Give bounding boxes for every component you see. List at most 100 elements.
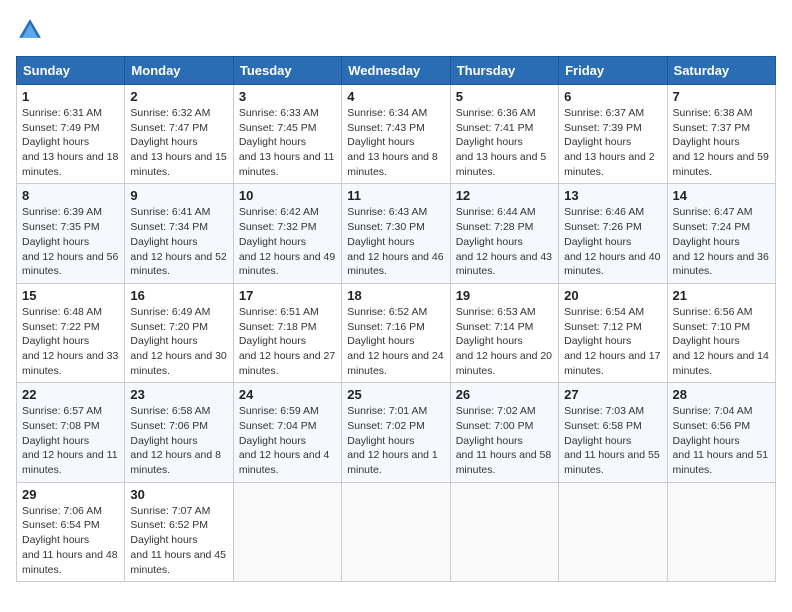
calendar-cell xyxy=(233,482,341,581)
day-detail: Sunrise: 6:36 AM Sunset: 7:41 PM Dayligh… xyxy=(456,106,553,179)
day-number: 1 xyxy=(22,89,119,104)
day-detail: Sunrise: 6:33 AM Sunset: 7:45 PM Dayligh… xyxy=(239,106,336,179)
day-detail: Sunrise: 6:51 AM Sunset: 7:18 PM Dayligh… xyxy=(239,305,336,378)
day-detail: Sunrise: 6:31 AM Sunset: 7:49 PM Dayligh… xyxy=(22,106,119,179)
calendar-cell xyxy=(667,482,775,581)
day-detail: Sunrise: 6:58 AM Sunset: 7:06 PM Dayligh… xyxy=(130,404,227,477)
calendar-cell: 6 Sunrise: 6:37 AM Sunset: 7:39 PM Dayli… xyxy=(559,85,667,184)
day-detail: Sunrise: 6:53 AM Sunset: 7:14 PM Dayligh… xyxy=(456,305,553,378)
day-number: 12 xyxy=(456,188,553,203)
day-number: 5 xyxy=(456,89,553,104)
weekday-header-saturday: Saturday xyxy=(667,57,775,85)
day-number: 23 xyxy=(130,387,227,402)
calendar-cell: 5 Sunrise: 6:36 AM Sunset: 7:41 PM Dayli… xyxy=(450,85,558,184)
calendar-cell: 19 Sunrise: 6:53 AM Sunset: 7:14 PM Dayl… xyxy=(450,283,558,382)
weekday-header-monday: Monday xyxy=(125,57,233,85)
day-number: 19 xyxy=(456,288,553,303)
day-number: 9 xyxy=(130,188,227,203)
day-number: 29 xyxy=(22,487,119,502)
day-detail: Sunrise: 7:06 AM Sunset: 6:54 PM Dayligh… xyxy=(22,504,119,577)
day-number: 16 xyxy=(130,288,227,303)
day-number: 10 xyxy=(239,188,336,203)
day-detail: Sunrise: 6:57 AM Sunset: 7:08 PM Dayligh… xyxy=(22,404,119,477)
day-number: 22 xyxy=(22,387,119,402)
logo xyxy=(16,16,48,44)
day-number: 30 xyxy=(130,487,227,502)
calendar-cell: 8 Sunrise: 6:39 AM Sunset: 7:35 PM Dayli… xyxy=(17,184,125,283)
calendar-cell: 3 Sunrise: 6:33 AM Sunset: 7:45 PM Dayli… xyxy=(233,85,341,184)
calendar-cell: 18 Sunrise: 6:52 AM Sunset: 7:16 PM Dayl… xyxy=(342,283,450,382)
calendar-week-1: 1 Sunrise: 6:31 AM Sunset: 7:49 PM Dayli… xyxy=(17,85,776,184)
day-number: 6 xyxy=(564,89,661,104)
day-number: 25 xyxy=(347,387,444,402)
calendar-cell: 29 Sunrise: 7:06 AM Sunset: 6:54 PM Dayl… xyxy=(17,482,125,581)
day-number: 24 xyxy=(239,387,336,402)
day-number: 4 xyxy=(347,89,444,104)
calendar-cell: 30 Sunrise: 7:07 AM Sunset: 6:52 PM Dayl… xyxy=(125,482,233,581)
day-detail: Sunrise: 6:43 AM Sunset: 7:30 PM Dayligh… xyxy=(347,205,444,278)
day-number: 3 xyxy=(239,89,336,104)
calendar-cell: 2 Sunrise: 6:32 AM Sunset: 7:47 PM Dayli… xyxy=(125,85,233,184)
day-detail: Sunrise: 6:34 AM Sunset: 7:43 PM Dayligh… xyxy=(347,106,444,179)
calendar-cell: 26 Sunrise: 7:02 AM Sunset: 7:00 PM Dayl… xyxy=(450,383,558,482)
calendar-week-4: 22 Sunrise: 6:57 AM Sunset: 7:08 PM Dayl… xyxy=(17,383,776,482)
day-detail: Sunrise: 6:32 AM Sunset: 7:47 PM Dayligh… xyxy=(130,106,227,179)
day-detail: Sunrise: 6:38 AM Sunset: 7:37 PM Dayligh… xyxy=(673,106,770,179)
calendar-cell: 17 Sunrise: 6:51 AM Sunset: 7:18 PM Dayl… xyxy=(233,283,341,382)
day-detail: Sunrise: 6:47 AM Sunset: 7:24 PM Dayligh… xyxy=(673,205,770,278)
calendar-cell: 16 Sunrise: 6:49 AM Sunset: 7:20 PM Dayl… xyxy=(125,283,233,382)
calendar-cell: 9 Sunrise: 6:41 AM Sunset: 7:34 PM Dayli… xyxy=(125,184,233,283)
day-detail: Sunrise: 6:54 AM Sunset: 7:12 PM Dayligh… xyxy=(564,305,661,378)
calendar-cell: 11 Sunrise: 6:43 AM Sunset: 7:30 PM Dayl… xyxy=(342,184,450,283)
weekday-header-sunday: Sunday xyxy=(17,57,125,85)
calendar-cell xyxy=(342,482,450,581)
calendar-cell: 27 Sunrise: 7:03 AM Sunset: 6:58 PM Dayl… xyxy=(559,383,667,482)
weekday-header-friday: Friday xyxy=(559,57,667,85)
day-number: 15 xyxy=(22,288,119,303)
calendar-week-5: 29 Sunrise: 7:06 AM Sunset: 6:54 PM Dayl… xyxy=(17,482,776,581)
calendar-week-2: 8 Sunrise: 6:39 AM Sunset: 7:35 PM Dayli… xyxy=(17,184,776,283)
day-detail: Sunrise: 7:04 AM Sunset: 6:56 PM Dayligh… xyxy=(673,404,770,477)
day-detail: Sunrise: 6:41 AM Sunset: 7:34 PM Dayligh… xyxy=(130,205,227,278)
calendar-cell: 7 Sunrise: 6:38 AM Sunset: 7:37 PM Dayli… xyxy=(667,85,775,184)
day-detail: Sunrise: 7:02 AM Sunset: 7:00 PM Dayligh… xyxy=(456,404,553,477)
calendar-cell: 28 Sunrise: 7:04 AM Sunset: 6:56 PM Dayl… xyxy=(667,383,775,482)
day-detail: Sunrise: 6:44 AM Sunset: 7:28 PM Dayligh… xyxy=(456,205,553,278)
calendar-cell: 14 Sunrise: 6:47 AM Sunset: 7:24 PM Dayl… xyxy=(667,184,775,283)
day-detail: Sunrise: 7:01 AM Sunset: 7:02 PM Dayligh… xyxy=(347,404,444,477)
day-detail: Sunrise: 6:39 AM Sunset: 7:35 PM Dayligh… xyxy=(22,205,119,278)
calendar-table: SundayMondayTuesdayWednesdayThursdayFrid… xyxy=(16,56,776,582)
day-number: 13 xyxy=(564,188,661,203)
calendar-cell: 23 Sunrise: 6:58 AM Sunset: 7:06 PM Dayl… xyxy=(125,383,233,482)
day-number: 28 xyxy=(673,387,770,402)
day-detail: Sunrise: 6:52 AM Sunset: 7:16 PM Dayligh… xyxy=(347,305,444,378)
day-detail: Sunrise: 6:56 AM Sunset: 7:10 PM Dayligh… xyxy=(673,305,770,378)
calendar-cell: 25 Sunrise: 7:01 AM Sunset: 7:02 PM Dayl… xyxy=(342,383,450,482)
calendar-cell: 24 Sunrise: 6:59 AM Sunset: 7:04 PM Dayl… xyxy=(233,383,341,482)
weekday-header-tuesday: Tuesday xyxy=(233,57,341,85)
calendar-cell: 4 Sunrise: 6:34 AM Sunset: 7:43 PM Dayli… xyxy=(342,85,450,184)
calendar-cell: 12 Sunrise: 6:44 AM Sunset: 7:28 PM Dayl… xyxy=(450,184,558,283)
day-detail: Sunrise: 7:03 AM Sunset: 6:58 PM Dayligh… xyxy=(564,404,661,477)
day-number: 20 xyxy=(564,288,661,303)
day-detail: Sunrise: 6:42 AM Sunset: 7:32 PM Dayligh… xyxy=(239,205,336,278)
day-number: 8 xyxy=(22,188,119,203)
day-detail: Sunrise: 6:59 AM Sunset: 7:04 PM Dayligh… xyxy=(239,404,336,477)
day-detail: Sunrise: 6:46 AM Sunset: 7:26 PM Dayligh… xyxy=(564,205,661,278)
header xyxy=(16,16,776,44)
calendar-cell: 22 Sunrise: 6:57 AM Sunset: 7:08 PM Dayl… xyxy=(17,383,125,482)
logo-icon xyxy=(16,16,44,44)
day-detail: Sunrise: 6:37 AM Sunset: 7:39 PM Dayligh… xyxy=(564,106,661,179)
day-detail: Sunrise: 6:49 AM Sunset: 7:20 PM Dayligh… xyxy=(130,305,227,378)
weekday-header-wednesday: Wednesday xyxy=(342,57,450,85)
day-number: 11 xyxy=(347,188,444,203)
calendar-cell xyxy=(450,482,558,581)
calendar-cell xyxy=(559,482,667,581)
calendar-cell: 20 Sunrise: 6:54 AM Sunset: 7:12 PM Dayl… xyxy=(559,283,667,382)
day-number: 17 xyxy=(239,288,336,303)
calendar-cell: 21 Sunrise: 6:56 AM Sunset: 7:10 PM Dayl… xyxy=(667,283,775,382)
day-number: 27 xyxy=(564,387,661,402)
day-number: 26 xyxy=(456,387,553,402)
calendar-week-3: 15 Sunrise: 6:48 AM Sunset: 7:22 PM Dayl… xyxy=(17,283,776,382)
day-detail: Sunrise: 7:07 AM Sunset: 6:52 PM Dayligh… xyxy=(130,504,227,577)
